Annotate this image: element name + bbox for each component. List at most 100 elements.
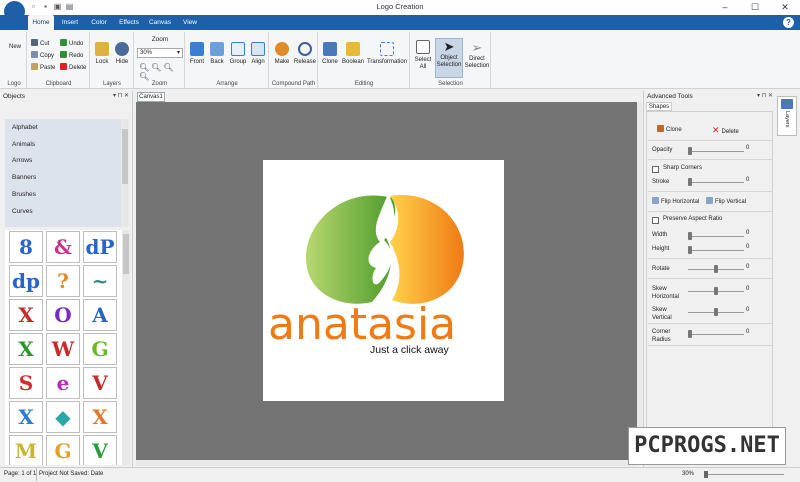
category-alphabet[interactable]: Alphabet bbox=[12, 124, 38, 131]
minimize-button[interactable]: – bbox=[710, 0, 740, 15]
redo-button[interactable]: Redo bbox=[60, 51, 83, 61]
tab-home[interactable]: Home bbox=[28, 15, 54, 30]
boolean-button[interactable]: Boolean bbox=[341, 42, 365, 66]
opacity-slider-thumb[interactable] bbox=[688, 147, 692, 155]
canvas-horizontal-scrollbar[interactable] bbox=[136, 460, 637, 466]
shape-thumbnail[interactable]: G bbox=[83, 333, 117, 365]
opacity-slider[interactable] bbox=[688, 151, 744, 152]
tab-shapes[interactable]: Shapes bbox=[646, 102, 672, 111]
canvas-vertical-scrollbar[interactable] bbox=[637, 102, 642, 460]
shape-thumbnail[interactable]: e bbox=[46, 367, 80, 399]
panel-controls-icon[interactable]: ▾ ⊓ ✕ bbox=[757, 92, 773, 101]
shape-thumbnail[interactable]: G bbox=[46, 435, 80, 465]
sharp-corners-checkbox[interactable] bbox=[652, 166, 659, 173]
layers-side-tab[interactable]: Layers bbox=[777, 96, 797, 136]
flip-horizontal-button[interactable]: Flip Horizontal bbox=[652, 197, 699, 207]
panel-controls-icon[interactable]: ▾ ⊓ ✕ bbox=[113, 92, 129, 101]
skew-vertical-thumb[interactable] bbox=[714, 308, 718, 316]
shape-thumbnail[interactable]: V bbox=[83, 367, 117, 399]
category-curves[interactable]: Curves bbox=[12, 208, 33, 215]
gallery-scrollbar[interactable] bbox=[122, 230, 130, 465]
category-arrows[interactable]: Arrows bbox=[12, 157, 32, 164]
shape-thumbnail[interactable]: 8 bbox=[9, 231, 43, 263]
skew-vertical-value: 0 bbox=[746, 307, 750, 313]
tab-color[interactable]: Color bbox=[86, 15, 112, 30]
corner-radius-slider[interactable] bbox=[688, 334, 744, 335]
zoom-slider[interactable] bbox=[704, 474, 784, 475]
stroke-slider[interactable] bbox=[688, 182, 744, 183]
clone-button[interactable]: Clone bbox=[320, 42, 340, 66]
clone-shape-button[interactable]: Clone bbox=[657, 125, 682, 135]
logo-brand-text[interactable]: anatasia bbox=[268, 303, 508, 347]
hide-button[interactable]: Hide bbox=[113, 42, 131, 66]
save-icon[interactable]: ▪ bbox=[41, 2, 50, 11]
skew-horizontal-thumb[interactable] bbox=[714, 287, 718, 295]
flip-vertical-button[interactable]: Flip Vertical bbox=[706, 197, 746, 207]
shape-thumbnail[interactable]: A bbox=[83, 299, 117, 331]
zoom-magnifier-icons[interactable]: 🔍︎🔍︎🔍︎🔍︎ bbox=[139, 63, 184, 81]
tab-insert[interactable]: Insert bbox=[57, 15, 83, 30]
rotate-slider-thumb[interactable] bbox=[714, 265, 718, 273]
stroke-slider-thumb[interactable] bbox=[688, 178, 692, 186]
select-all-button[interactable]: Select All bbox=[412, 40, 434, 71]
print-icon[interactable]: ▤ bbox=[65, 2, 74, 11]
tab-view[interactable]: View bbox=[178, 15, 202, 30]
shape-thumbnail[interactable]: X bbox=[9, 333, 43, 365]
make-button[interactable]: Make bbox=[271, 42, 293, 66]
preserve-aspect-checkbox[interactable] bbox=[652, 217, 659, 224]
tab-canvas[interactable]: Canvas bbox=[146, 15, 174, 30]
shape-thumbnail[interactable]: dp bbox=[9, 265, 43, 297]
tab-effects[interactable]: Effects bbox=[115, 15, 143, 30]
shape-thumbnail[interactable]: V bbox=[83, 435, 117, 465]
category-banners[interactable]: Banners bbox=[12, 174, 36, 181]
new-file-icon[interactable]: ▫ bbox=[29, 2, 38, 11]
shape-thumbnail[interactable]: S bbox=[9, 367, 43, 399]
help-icon[interactable]: ? bbox=[783, 17, 794, 28]
category-animals[interactable]: Animals bbox=[12, 141, 35, 148]
zoom-slider-thumb[interactable] bbox=[704, 471, 708, 478]
shape-thumbnail[interactable]: dP bbox=[83, 231, 117, 263]
copy-button[interactable]: Copy bbox=[31, 51, 54, 61]
height-slider-thumb[interactable] bbox=[688, 246, 692, 254]
paste-button[interactable]: Paste bbox=[31, 63, 55, 73]
release-button[interactable]: Release bbox=[293, 42, 317, 66]
delete-button[interactable]: Delete bbox=[60, 63, 86, 73]
shape-thumbnail[interactable]: ~ bbox=[83, 265, 117, 297]
back-button[interactable]: Back bbox=[208, 42, 226, 66]
save-as-icon[interactable]: ▣ bbox=[53, 2, 62, 11]
new-button[interactable]: New bbox=[4, 44, 26, 51]
maximize-button[interactable]: ☐ bbox=[740, 0, 770, 15]
height-slider[interactable] bbox=[688, 250, 744, 251]
undo-button[interactable]: Undo bbox=[60, 39, 83, 49]
shape-thumbnail[interactable]: X bbox=[9, 299, 43, 331]
width-slider[interactable] bbox=[688, 236, 744, 237]
group-label-editing: Editing bbox=[354, 81, 374, 87]
watermark: PCPROGS.NET bbox=[628, 427, 786, 465]
shape-thumbnail[interactable]: X bbox=[83, 401, 117, 433]
object-selection-button[interactable]: ➤ Object Selection bbox=[435, 38, 463, 78]
logo-tagline-text[interactable]: Just a click away bbox=[370, 344, 510, 356]
front-button[interactable]: Front bbox=[188, 42, 206, 66]
shape-thumbnail[interactable]: ? bbox=[46, 265, 80, 297]
close-button[interactable]: ✕ bbox=[770, 0, 800, 15]
delete-shape-button[interactable]: ✕ Delete bbox=[712, 125, 739, 135]
align-button[interactable]: Align bbox=[248, 42, 268, 66]
width-slider-thumb[interactable] bbox=[688, 232, 692, 240]
shape-thumbnail[interactable]: O bbox=[46, 299, 80, 331]
cut-button[interactable]: Cut bbox=[31, 39, 49, 49]
canvas-tab[interactable]: Canvas1 bbox=[137, 92, 165, 102]
group-button[interactable]: Group bbox=[228, 42, 248, 66]
logo-leaf-graphic[interactable] bbox=[300, 190, 470, 310]
shape-thumbnail[interactable]: X bbox=[9, 401, 43, 433]
transformation-button[interactable]: Transformation bbox=[365, 42, 409, 66]
lock-button[interactable]: Lock bbox=[93, 42, 111, 66]
shape-thumbnail[interactable]: W bbox=[46, 333, 80, 365]
corner-radius-thumb[interactable] bbox=[688, 330, 692, 338]
shape-thumbnail[interactable]: M bbox=[9, 435, 43, 465]
category-brushes[interactable]: Brushes bbox=[12, 191, 36, 198]
shape-thumbnail[interactable]: ◆ bbox=[46, 401, 80, 433]
shape-thumbnail[interactable]: & bbox=[46, 231, 80, 263]
direct-selection-button[interactable]: ➢ Direct Selection bbox=[464, 40, 490, 70]
zoom-combo[interactable]: 30% ▾ bbox=[137, 48, 183, 58]
category-scrollbar[interactable] bbox=[121, 119, 129, 227]
